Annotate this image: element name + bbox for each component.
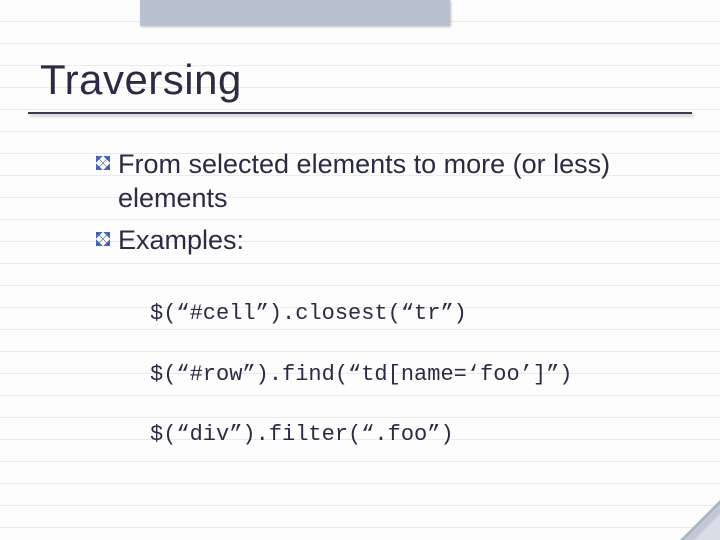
bullet-text: Examples: <box>118 224 244 258</box>
page-curl-icon <box>680 500 720 540</box>
title-underline <box>28 112 692 114</box>
code-line: $(“#row”).find(“td[name=‘foo’]”) <box>150 362 660 388</box>
diamond-bullet-icon <box>96 232 110 246</box>
diamond-bullet-icon <box>96 156 110 170</box>
header-accent-bar <box>140 0 450 26</box>
code-examples: $(“#cell”).closest(“tr”) $(“#row”).find(… <box>150 301 660 448</box>
bullet-item: Examples: <box>96 224 660 258</box>
bullet-item: From selected elements to more (or less)… <box>96 148 660 216</box>
bullet-text: From selected elements to more (or less)… <box>118 148 660 216</box>
slide-title: Traversing <box>40 56 242 104</box>
code-line: $(“div”).filter(“.foo”) <box>150 422 660 448</box>
code-line: $(“#cell”).closest(“tr”) <box>150 301 660 327</box>
slide-body: From selected elements to more (or less)… <box>96 148 660 448</box>
